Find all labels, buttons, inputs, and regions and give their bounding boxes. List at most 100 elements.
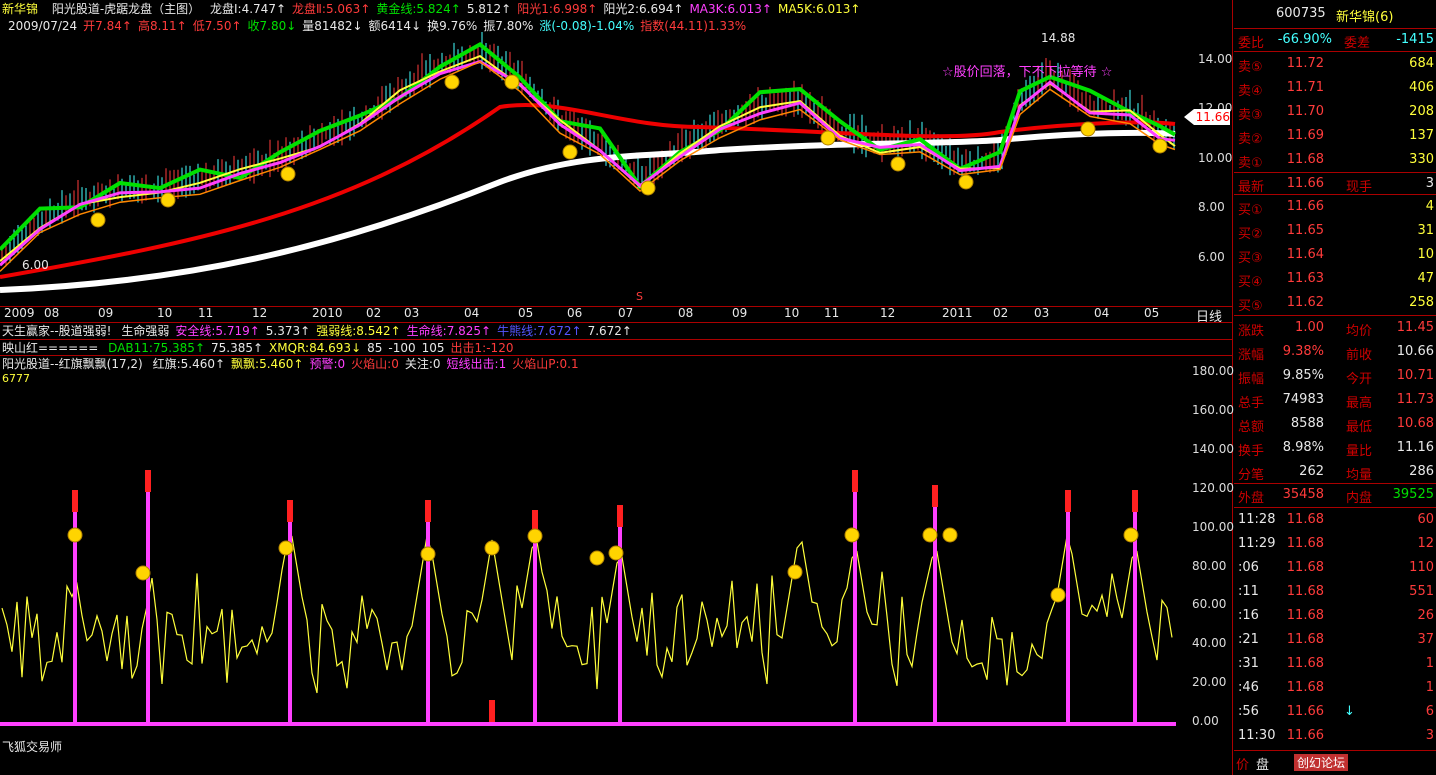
book-row: 买④ 11.63 47 xyxy=(1238,271,1434,290)
stock-code: 600735 xyxy=(1276,6,1326,21)
red-flag xyxy=(72,490,78,512)
stat-row: 振幅 9.85% 今开 10.71 xyxy=(1238,368,1434,387)
sub1-value: 7.672↑ xyxy=(587,324,632,338)
bottom-tabs[interactable]: 价 盘 创幻论坛 xyxy=(1234,752,1436,775)
date-tick: 2010 xyxy=(312,306,343,320)
tick-row: 11:29 11.68 12 xyxy=(1238,536,1434,551)
price-tick: 14.00 xyxy=(1198,52,1233,66)
sub1-title: 天生赢家--股道强弱! xyxy=(2,324,112,338)
red-flag xyxy=(1065,490,1071,512)
sub2-value: 75.385↑ xyxy=(211,341,264,355)
smiley-icon xyxy=(278,540,294,556)
smiley-icon xyxy=(640,180,656,196)
smiley-icon xyxy=(958,174,974,190)
book-row: 卖① 11.68 330 xyxy=(1238,152,1434,171)
date-tick: 04 xyxy=(1094,306,1110,320)
stat-row: 涨跌 1.00 均价 11.45 xyxy=(1238,320,1434,339)
tick-row: 11:30 11.66 3 xyxy=(1238,728,1434,743)
date-tick: 05 xyxy=(1144,306,1160,320)
oscillator-chart[interactable] xyxy=(0,360,1188,755)
last-row: 最新 11.66 现手 3 xyxy=(1238,176,1434,195)
ohlc-value: 低7.50↑ xyxy=(192,19,242,33)
red-flag xyxy=(852,470,858,492)
date-tick: 05 xyxy=(518,306,534,320)
smiley-icon xyxy=(444,74,460,90)
long-ma-white xyxy=(0,129,1176,293)
ohlc-value: 换9.76% xyxy=(427,19,478,33)
sub1-header: 天生赢家--股道强弱! 生命强弱 安全线:5.719↑ 5.373↑ 强弱线:8.54… xyxy=(2,322,632,339)
yellow-osc-line xyxy=(1,535,1173,694)
book-row: 卖③ 11.70 208 xyxy=(1238,104,1434,123)
smiley-icon xyxy=(820,130,836,146)
tab-detail[interactable]: 价 xyxy=(1236,754,1249,773)
tick-row: :46 11.68 1 xyxy=(1238,680,1434,695)
indicator-value: 龙盘Ⅰ:4.747↑ xyxy=(210,2,287,16)
date-tick: 06 xyxy=(567,306,583,320)
sub1-value: 安全线:5.719↑ xyxy=(175,324,260,338)
indicator-values: 龙盘Ⅰ:4.747↑ 龙盘Ⅱ:5.063↑ 黄金线:5.824↑ 5.812↑ 阳光1:… xyxy=(204,2,860,16)
book-row: 卖④ 11.71 406 xyxy=(1238,80,1434,99)
date-tick: 02 xyxy=(366,306,382,320)
red-flag xyxy=(932,485,938,507)
magenta-bar xyxy=(1066,510,1070,722)
sub2-value: DAB11:75.385↑ xyxy=(108,341,205,355)
date-tick: 09 xyxy=(98,306,114,320)
ohlc-value: 高8.11↑ xyxy=(137,19,187,33)
tab-price[interactable]: 盘 xyxy=(1256,754,1269,773)
tick-row: 11:28 11.68 60 xyxy=(1238,512,1434,527)
smiley-icon xyxy=(1123,527,1139,543)
red-flag xyxy=(489,700,495,722)
osc-tick: 20.00 xyxy=(1192,675,1227,690)
sub2-value: 出击1:-120 xyxy=(450,341,514,355)
wei-row: 委比 -66.90% 委差 -1415 xyxy=(1238,32,1434,51)
stock-title: 新华锦(6) xyxy=(1336,10,1394,25)
header-line-1: 新华锦 阳光股道-虎踞龙盘（主图） 龙盘Ⅰ:4.747↑ 龙盘Ⅱ:5.063↑ 黄金… xyxy=(2,0,861,17)
baseline xyxy=(0,722,1176,726)
osc-tick: 100.00 xyxy=(1192,519,1234,534)
date-tick: 03 xyxy=(1034,306,1050,320)
osc-tick: 0.00 xyxy=(1192,714,1219,729)
smiley-icon xyxy=(589,550,605,566)
forum-watermark: 创幻论坛 xyxy=(1294,754,1349,771)
sell-marker: S xyxy=(636,290,643,303)
chart-area[interactable]: 新华锦 阳光股道-虎踞龙盘（主图） 龙盘Ⅰ:4.747↑ 龙盘Ⅱ:5.063↑ 黄金… xyxy=(0,0,1234,775)
date-tick: 2009 xyxy=(4,306,35,320)
ohlc-value: 指数(44.11)1.33% xyxy=(640,19,747,33)
indicator-value: 龙盘Ⅱ:5.063↑ xyxy=(292,2,371,16)
stat-row: 换手 8.98% 量比 11.16 xyxy=(1238,440,1434,459)
magenta-bar xyxy=(533,530,537,722)
quote-title: 600735 新华锦(6) xyxy=(1234,0,1436,28)
book-row: 买① 11.66 4 xyxy=(1238,199,1434,218)
indicator-value: 阳光1:6.998↑ xyxy=(517,2,598,16)
sub1-value: 生命线:7.825↑ xyxy=(406,324,492,338)
osc-tick: 80.00 xyxy=(1192,558,1227,573)
date-tick: 12 xyxy=(880,306,896,320)
indicator-value: 5.812↑ xyxy=(466,2,512,16)
date-tick: 2011 xyxy=(942,306,973,320)
sub2-value: 105 xyxy=(421,341,445,355)
osc-tick: 40.00 xyxy=(1192,636,1227,651)
sub1-value: 强弱线:8.542↑ xyxy=(316,324,401,338)
sub2-value: XMQR:84.693↓ xyxy=(269,341,362,355)
stat-row: 总额 8588 最低 10.68 xyxy=(1238,416,1434,435)
red-flag xyxy=(1132,490,1138,512)
sub2-title: 映山红====== xyxy=(2,341,99,355)
osc-tick: 140.00 xyxy=(1192,441,1234,456)
date-tick: 11 xyxy=(824,306,840,320)
price-tick: 10.00 xyxy=(1198,151,1233,165)
book-row: 卖② 11.69 137 xyxy=(1238,128,1434,147)
smiley-icon xyxy=(67,527,83,543)
stat-row: 分笔 262 均量 286 xyxy=(1238,464,1434,483)
sub1-values: 生命强弱 安全线:5.719↑ 5.373↑ 强弱线:8.542↑ 生命线:7.825↑… xyxy=(115,324,632,338)
smiley-icon xyxy=(527,528,543,544)
magenta-bar xyxy=(146,490,150,722)
sub2-value: -100 xyxy=(388,341,416,355)
ohlc-value: 振7.80% xyxy=(483,19,534,33)
stock-name: 新华锦 xyxy=(2,2,39,16)
sub1-value: 牛熊线:7.672↑ xyxy=(497,324,582,338)
smiley-icon xyxy=(484,540,500,556)
indicator-name: 阳光股道-虎踞龙盘（主图） xyxy=(51,2,201,16)
sub2-header: 映山红====== DAB11:75.385↑ 75.385↑ XMQR:84.69… xyxy=(2,339,513,356)
smiley-icon xyxy=(280,166,296,182)
high-label: 14.88 xyxy=(1041,31,1076,45)
